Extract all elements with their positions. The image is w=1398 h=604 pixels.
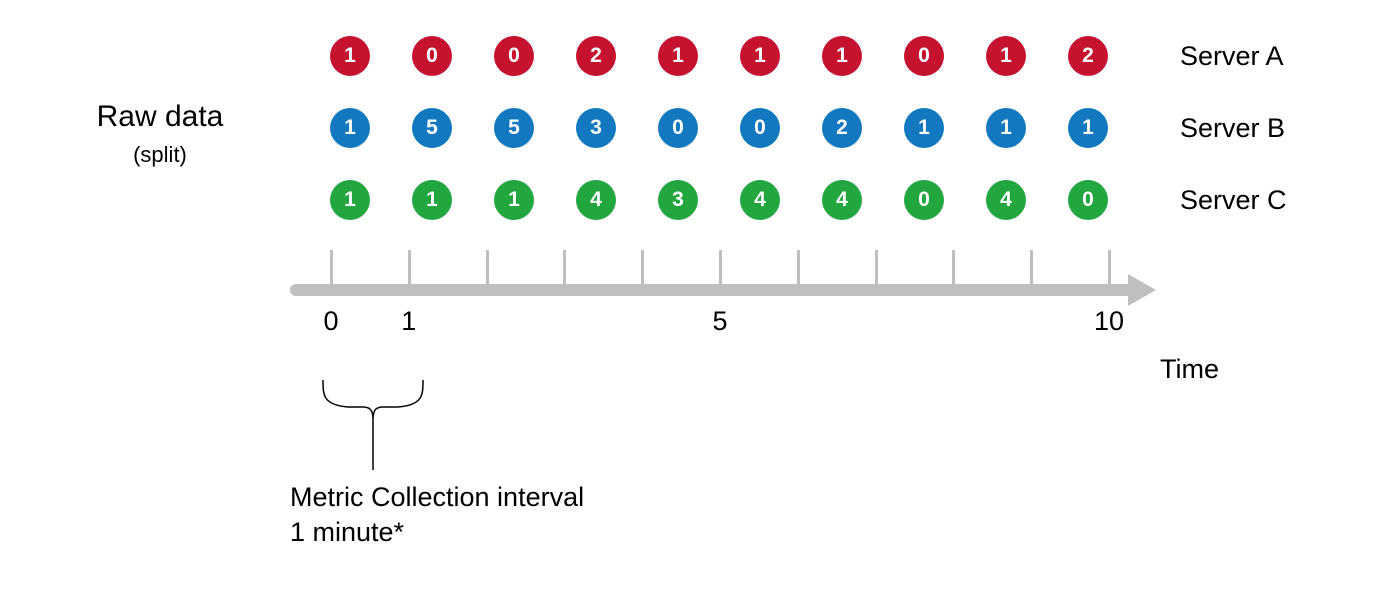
data-point: 1 — [412, 180, 452, 220]
data-point: 4 — [576, 180, 616, 220]
data-point: 0 — [740, 108, 780, 148]
axis-tick-label: 5 — [712, 306, 727, 337]
data-point: 4 — [822, 180, 862, 220]
data-point: 0 — [904, 36, 944, 76]
raw-data-label: Raw data (split) — [60, 100, 260, 168]
data-point: 0 — [658, 108, 698, 148]
data-point: 2 — [822, 108, 862, 148]
axis-bar — [290, 284, 1130, 296]
server-label: Server A — [1180, 41, 1284, 72]
data-point: 2 — [576, 36, 616, 76]
data-point: 4 — [740, 180, 780, 220]
axis-tick-label: 10 — [1094, 306, 1124, 337]
data-point: 5 — [412, 108, 452, 148]
annotation-line1: Metric Collection interval — [290, 480, 584, 515]
server-label: Server C — [1180, 185, 1287, 216]
data-point: 5 — [494, 108, 534, 148]
raw-data-subtitle: (split) — [60, 142, 260, 168]
data-point: 1 — [658, 36, 698, 76]
data-point: 0 — [494, 36, 534, 76]
data-point: 1 — [986, 36, 1026, 76]
data-point: 1 — [986, 108, 1026, 148]
axis-tick-label: 1 — [401, 306, 416, 337]
data-point: 1 — [822, 36, 862, 76]
data-row: 1 5 5 3 0 0 2 1 1 1 Server B — [330, 108, 1287, 148]
data-point: 0 — [412, 36, 452, 76]
data-row: 1 1 1 4 3 4 4 0 4 0 Server C — [330, 180, 1287, 220]
data-point: 1 — [330, 180, 370, 220]
data-row: 1 0 0 2 1 1 1 0 1 2 Server A — [330, 36, 1287, 76]
data-point: 0 — [904, 180, 944, 220]
data-rows: 1 0 0 2 1 1 1 0 1 2 Server A 1 5 5 3 0 0 2 1 1 1 Server B 1 1 1 4… — [330, 36, 1287, 252]
data-point: 1 — [904, 108, 944, 148]
time-axis: 01510 — [290, 250, 1160, 306]
data-point: 1 — [330, 36, 370, 76]
data-point: 1 — [330, 108, 370, 148]
axis-tick-label: 0 — [323, 306, 338, 337]
data-point: 3 — [576, 108, 616, 148]
data-point: 1 — [494, 180, 534, 220]
interval-bracket — [313, 375, 433, 480]
data-point: 1 — [1068, 108, 1108, 148]
axis-line — [290, 284, 1160, 296]
data-point: 0 — [1068, 180, 1108, 220]
raw-data-title: Raw data — [60, 100, 260, 134]
data-point: 3 — [658, 180, 698, 220]
annotation-line2: 1 minute* — [290, 515, 584, 550]
data-point: 1 — [740, 36, 780, 76]
interval-annotation: Metric Collection interval 1 minute* — [290, 480, 584, 550]
data-point: 2 — [1068, 36, 1108, 76]
data-point: 4 — [986, 180, 1026, 220]
time-axis-label: Time — [1160, 354, 1219, 385]
server-label: Server B — [1180, 113, 1285, 144]
axis-arrow-icon — [1128, 274, 1156, 306]
